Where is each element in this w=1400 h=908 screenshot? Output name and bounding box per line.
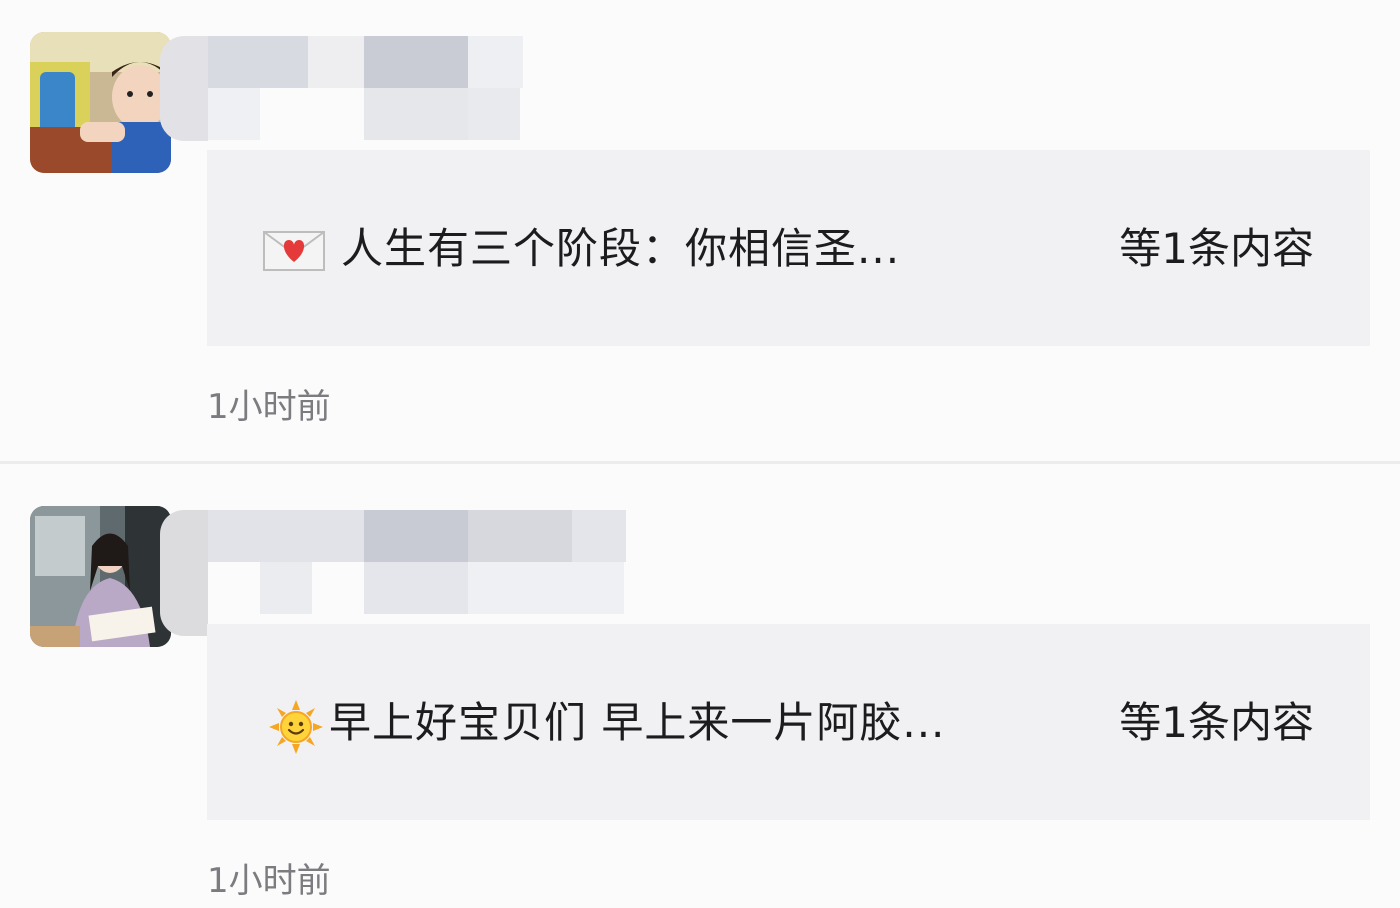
feed-post: 人生有三个阶段：你相信圣... 等1条内容 1小时前	[0, 0, 1400, 461]
content-count-label: 等1条内容	[1119, 698, 1314, 747]
shared-content-card[interactable]: 人生有三个阶段：你相信圣... 等1条内容	[207, 150, 1370, 346]
user-avatar[interactable]	[30, 506, 171, 647]
blurred-username[interactable]	[160, 36, 630, 146]
feed-post: 早上好宝贝们 早上来一片阿胶... 等1条内容 1小时前	[0, 464, 1400, 908]
user-avatar[interactable]	[30, 32, 171, 173]
post-timestamp: 1小时前	[207, 861, 331, 901]
shared-content-card[interactable]: 早上好宝贝们 早上来一片阿胶... 等1条内容	[207, 624, 1370, 820]
avatar-photo-woman	[30, 506, 171, 647]
blurred-username[interactable]	[160, 510, 630, 636]
sun-with-face-icon	[269, 700, 331, 754]
post-preview-text: 人生有三个阶段：你相信圣...	[341, 224, 901, 273]
post-preview-text: 早上好宝贝们 早上来一片阿胶...	[329, 698, 946, 747]
content-count-label: 等1条内容	[1119, 224, 1314, 273]
avatar-photo-child	[30, 32, 171, 173]
post-timestamp: 1小时前	[207, 387, 331, 427]
love-letter-icon	[263, 226, 325, 274]
moments-feed: 人生有三个阶段：你相信圣... 等1条内容 1小时前 早上好宝贝们 早上来一片阿…	[0, 0, 1400, 908]
